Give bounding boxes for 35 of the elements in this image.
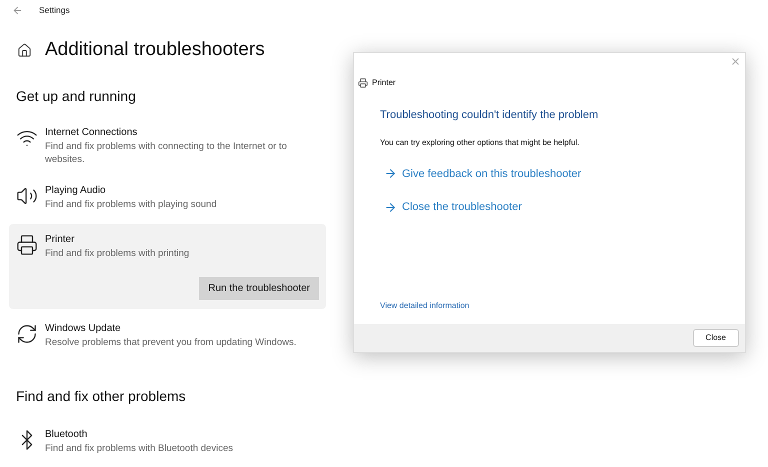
item-description: Find and fix problems with printing [45,246,190,260]
back-icon[interactable] [12,5,23,16]
item-description: Find and fix problems with connecting to the Internet or to websites. [45,140,288,166]
item-title: Playing Audio [45,184,107,198]
page-title: Additional troubleshooters [45,38,265,62]
item-title: Printer [45,232,76,246]
dialog-heading: Troubleshooting couldn't identify the problem [380,108,600,123]
section-heading: Find and fix other problems [15,386,187,406]
item-title: Bluetooth [45,428,88,442]
section-heading: Get up and running [15,86,137,106]
troubleshooter-item[interactable]: Printer Find and fix problems with printing Run the troubleshooter [9,224,326,308]
option-link[interactable]: Close the troubleshooter [384,199,745,216]
close-button[interactable]: Close [692,329,739,347]
troubleshooter-item[interactable]: Windows Update Resolve problems that prevent you from updating Windows. [9,316,326,354]
option-link[interactable]: Give feedback on this troubleshooter [384,166,745,182]
item-description: Find and fix problems with playing sound [45,198,217,210]
item-description: Resolve problems that prevent you from updating Windows. [45,336,296,348]
item-description: Find and fix problems with Bluetooth devices [45,442,233,454]
refresh-icon [16,322,38,344]
item-title: Windows Update [45,322,122,336]
dialog-title: Printer [372,77,396,89]
dialog-message: You can try exploring other options that might be helpful. [380,136,580,148]
printer-icon [358,78,368,88]
troubleshooter-item[interactable]: Internet Connections Find and fix problems with connecting to the Internet or to websites. [9,120,326,170]
run-troubleshooter-button[interactable]: Run the troubleshooter [199,276,319,300]
details-link[interactable]: View detailed information [380,300,745,312]
close-icon[interactable] [730,56,741,67]
window-title: Settings [39,4,70,17]
home-icon[interactable] [17,42,32,58]
arrow-icon [384,200,397,214]
item-title: Internet Connections [45,126,138,140]
printer-icon [16,234,38,256]
troubleshooter-item[interactable]: Playing Audio Find and fix problems with playing sound [9,178,326,216]
arrow-icon [384,167,397,180]
troubleshooter-item[interactable]: Bluetooth Find and fix problems with Bluetooth devices [9,422,326,460]
